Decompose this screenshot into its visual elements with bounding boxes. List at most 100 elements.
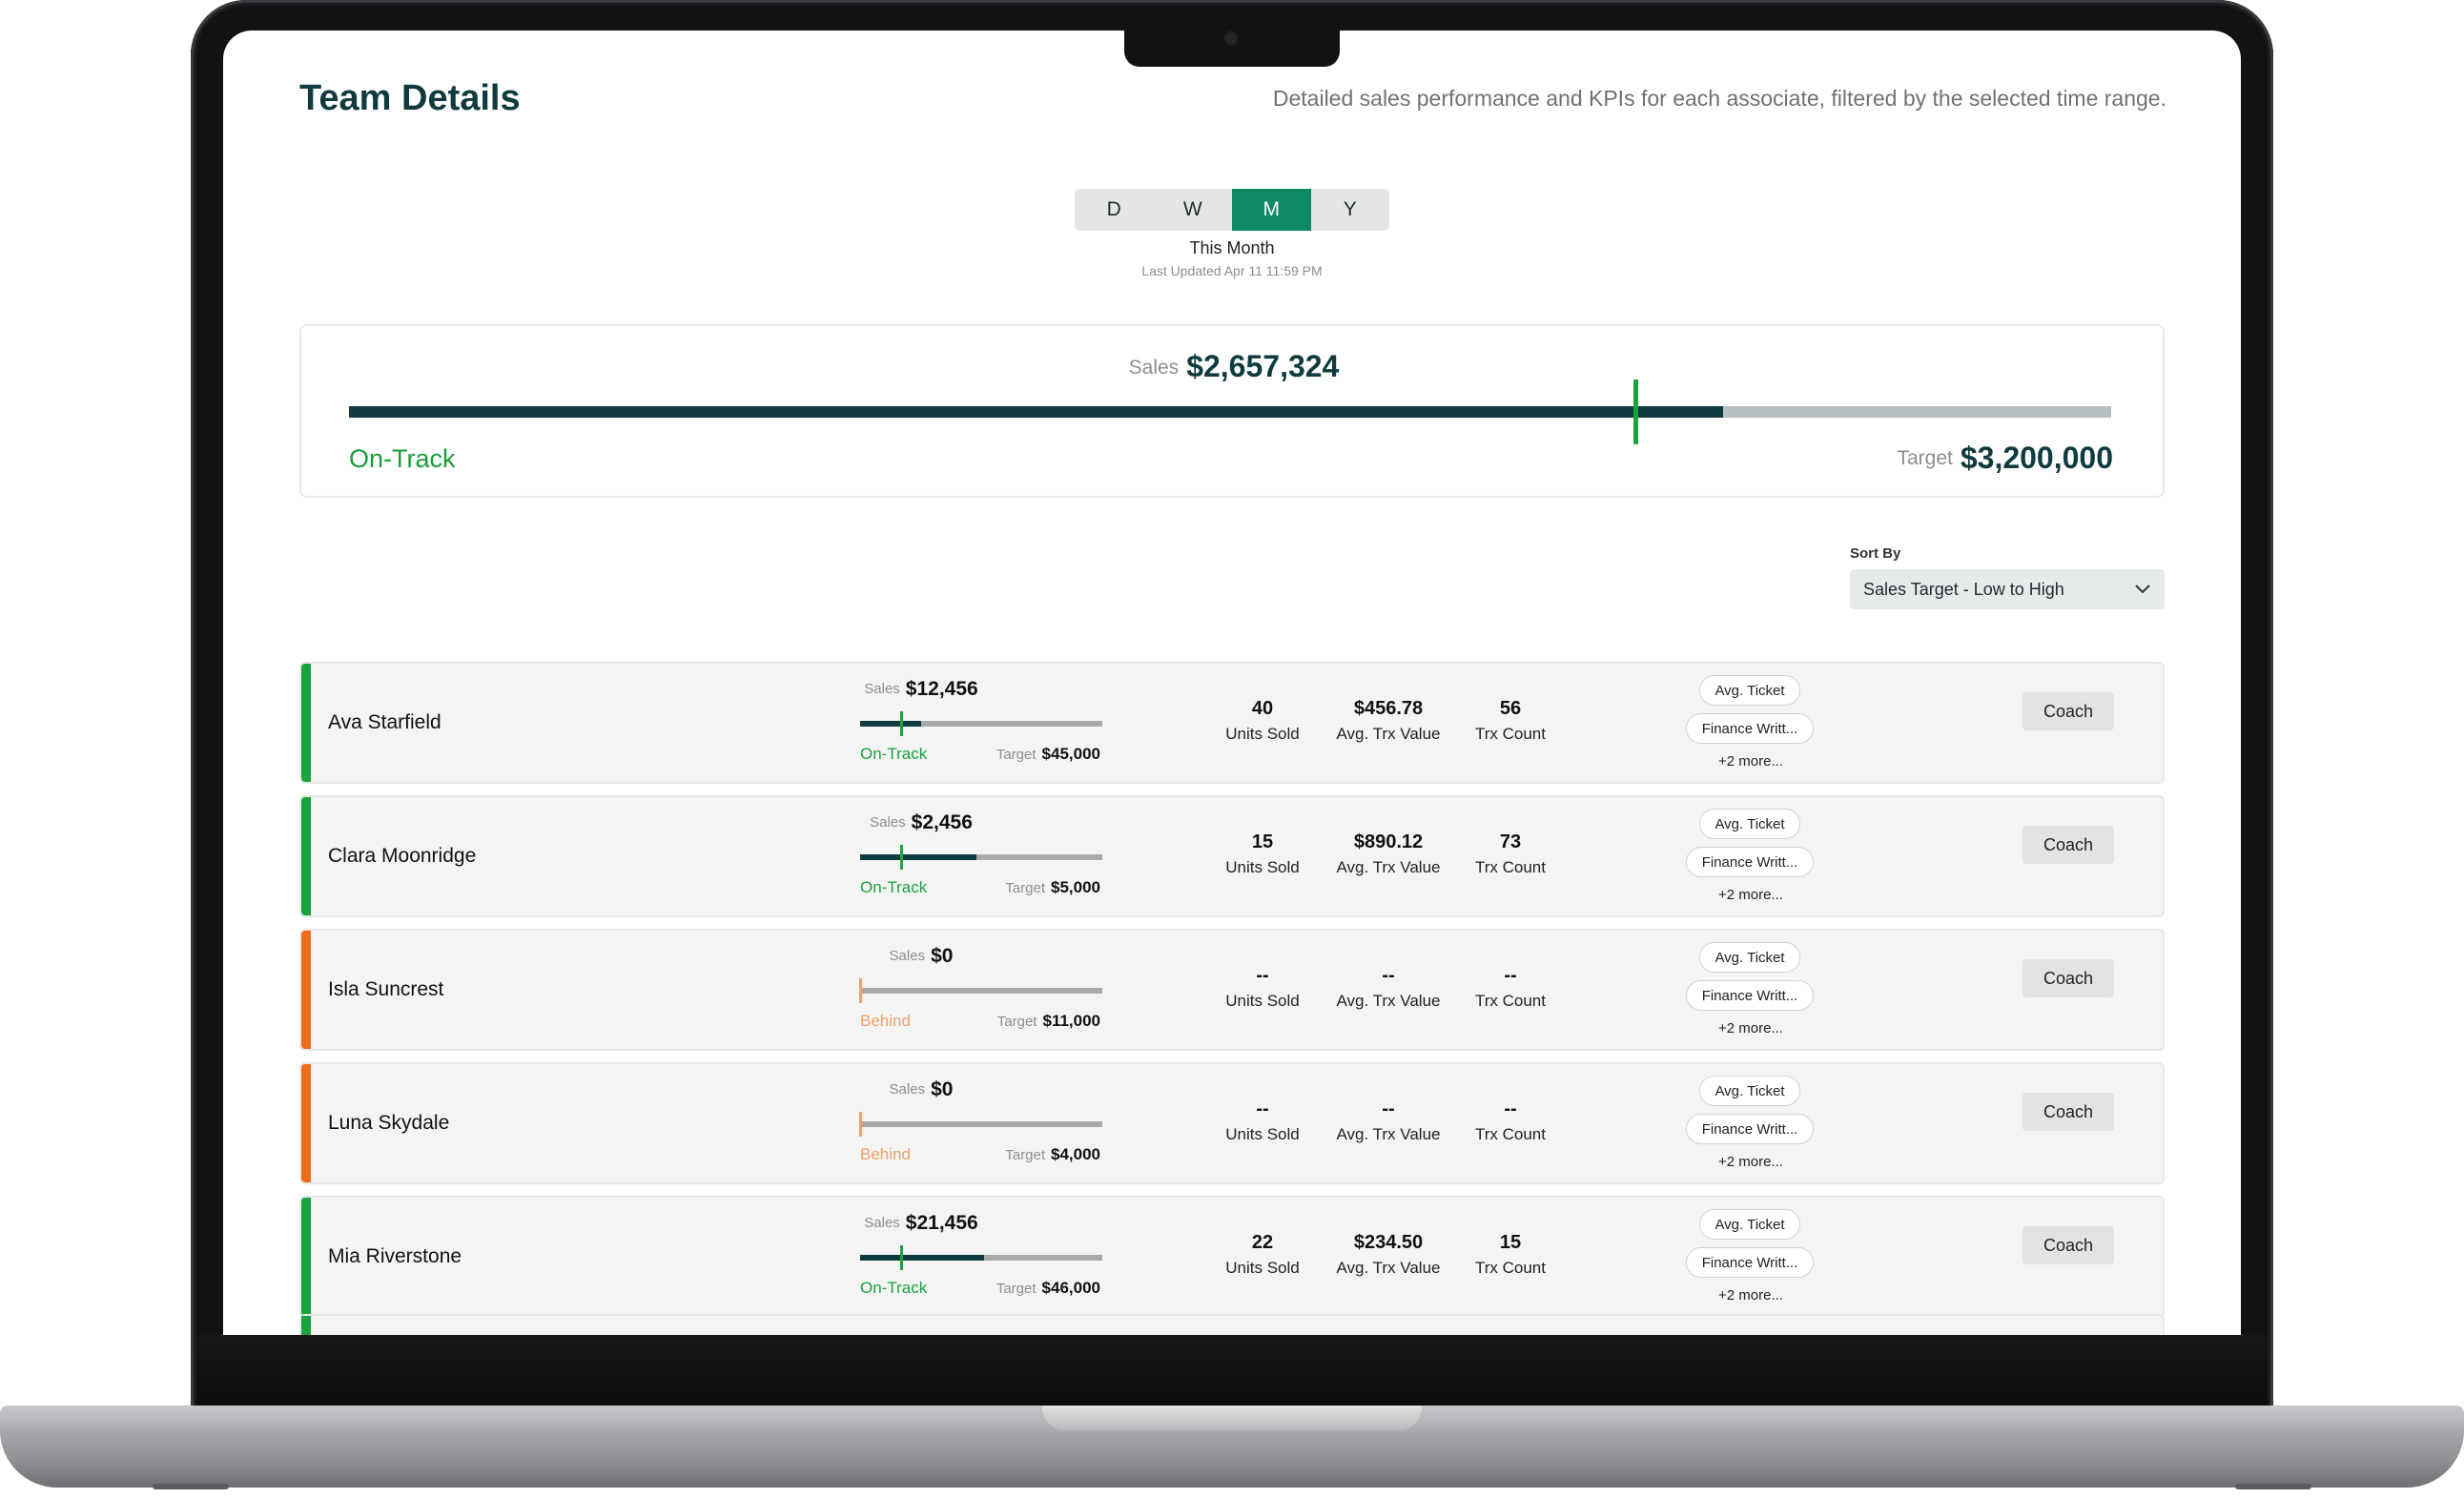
coach-button[interactable]: Coach [2023, 1093, 2114, 1131]
associate-pace-marker [859, 978, 862, 1003]
more-kpis-link[interactable]: +2 more... [1674, 1154, 1827, 1170]
status-bar [301, 664, 311, 782]
associate-progress-bar [859, 978, 1102, 1003]
associate-progress-fill [860, 721, 921, 727]
target-value: $45,000 [1041, 745, 1100, 763]
kpi-pill-finance[interactable]: Finance Writt... [1686, 1114, 1814, 1144]
kpi-trx-count: 56 Trx Count [1434, 698, 1587, 744]
associate-row[interactable]: Isla Suncrest Sales $0 Behind Target $11,000 -… [299, 929, 2165, 1051]
kpi-pill-finance[interactable]: Finance Writt... [1686, 847, 1814, 877]
associate-progress-bar [860, 711, 1102, 736]
associate-status: Behind [860, 1145, 911, 1163]
chevron-down-icon [2134, 580, 2151, 600]
kpi-label: Trx Count [1474, 992, 1546, 1010]
associate-target: Target $11,000 [997, 1012, 1100, 1031]
sort-selected-value: Sales Target - Low to High [1863, 579, 2064, 599]
time-range-year[interactable]: Y [1311, 189, 1390, 231]
laptop-base-notch [1042, 1406, 1422, 1430]
target-label: Target [996, 1014, 1037, 1030]
kpi-value: 15 [1499, 1232, 1522, 1253]
sales-value: $2,456 [911, 811, 973, 833]
kpi-pill-avg-ticket[interactable]: Avg. Ticket [1699, 809, 1800, 839]
page-title: Team Details [299, 78, 521, 118]
associate-pace-marker [900, 711, 904, 736]
associate-sales: Sales $0 [797, 945, 1045, 968]
kpi-value: -- [1504, 1098, 1517, 1119]
associate-name: Clara Moonridge [328, 845, 477, 867]
associate-sales: Sales $12,456 [797, 678, 1045, 701]
time-range-toggle: D W M Y [1075, 189, 1389, 231]
time-range-month[interactable]: M [1232, 189, 1311, 231]
associate-target: Target $46,000 [996, 1279, 1100, 1298]
team-target: Target $3,200,000 [1897, 441, 2113, 476]
kpi-label: Trx Count [1474, 725, 1546, 743]
associate-target: Target $5,000 [1005, 878, 1100, 897]
target-value: $5,000 [1051, 878, 1100, 896]
kpi-trx-count: 15 Trx Count [1434, 1232, 1587, 1278]
time-range-week[interactable]: W [1154, 189, 1233, 231]
associate-row-partial [299, 1314, 2165, 1335]
more-kpis-link[interactable]: +2 more... [1674, 887, 1827, 903]
team-sales-value: $2,657,324 [1186, 349, 1340, 383]
kpi-value: 73 [1499, 831, 1522, 852]
kpi-pill-avg-ticket[interactable]: Avg. Ticket [1699, 942, 1800, 973]
associate-row[interactable]: Ava Starfield Sales $12,456 On-Track Target $… [299, 662, 2165, 784]
laptop-foot [2235, 1484, 2311, 1489]
more-kpis-link[interactable]: +2 more... [1674, 753, 1827, 770]
target-value: $46,000 [1041, 1279, 1100, 1297]
sales-label: Sales [870, 814, 906, 831]
kpi-pill-finance[interactable]: Finance Writt... [1686, 980, 1814, 1011]
associate-sales: Sales $2,456 [797, 811, 1045, 834]
kpi-label: Trx Count [1474, 858, 1546, 876]
team-summary-card: Sales $2,657,324 On-Track Target $3,200,00… [299, 324, 2165, 498]
associate-progress-fill [860, 854, 976, 860]
kpi-value: 56 [1499, 698, 1522, 719]
sort-dropdown[interactable]: Sales Target - Low to High [1850, 569, 2165, 609]
sort-label: Sort By [1850, 545, 1901, 562]
sales-label: Sales [864, 681, 900, 697]
status-bar [301, 1198, 311, 1316]
sales-label: Sales [889, 1081, 926, 1098]
kpi-pill-finance[interactable]: Finance Writt... [1686, 1247, 1814, 1278]
associate-row[interactable]: Clara Moonridge Sales $2,456 On-Track Target… [299, 795, 2165, 917]
time-range-day[interactable]: D [1075, 189, 1154, 231]
associate-pace-marker [859, 1112, 862, 1137]
target-label: Target [996, 747, 1037, 763]
last-updated: Last Updated Apr 11 11:59 PM [1141, 263, 1323, 278]
associate-status: Behind [860, 1012, 911, 1030]
kpi-pill-avg-ticket[interactable]: Avg. Ticket [1699, 1209, 1800, 1240]
kpi-pill-avg-ticket[interactable]: Avg. Ticket [1699, 1076, 1800, 1106]
associate-row[interactable]: Mia Riverstone Sales $21,456 On-Track Target… [299, 1196, 2165, 1318]
associate-row[interactable]: Luna Skydale Sales $0 Behind Target $4,000 -- U… [299, 1062, 2165, 1184]
app-screen: Team Details Detailed sales performance … [223, 31, 2241, 1335]
kpi-trx-count: 73 Trx Count [1434, 831, 1587, 877]
time-range-label: This Month [1189, 238, 1275, 257]
more-kpis-link[interactable]: +2 more... [1674, 1287, 1827, 1303]
associate-sales: Sales $0 [797, 1078, 1045, 1101]
kpi-trx-count: -- Trx Count [1434, 1098, 1587, 1144]
associate-progress-bar [860, 845, 1102, 870]
kpi-value: -- [1504, 965, 1517, 986]
kpi-pill-avg-ticket[interactable]: Avg. Ticket [1699, 675, 1800, 706]
status-bar [301, 931, 311, 1049]
associate-name: Mia Riverstone [328, 1245, 462, 1267]
team-status: On-Track [349, 444, 456, 473]
page-subtitle: Detailed sales performance and KPIs for … [1272, 86, 2166, 111]
associate-name: Luna Skydale [328, 1112, 450, 1134]
coach-button[interactable]: Coach [2023, 826, 2114, 864]
more-kpis-link[interactable]: +2 more... [1674, 1020, 1827, 1036]
associate-pace-marker [900, 1245, 904, 1270]
kpi-pill-finance[interactable]: Finance Writt... [1686, 713, 1814, 744]
coach-button[interactable]: Coach [2023, 1226, 2114, 1264]
team-target-label: Target [1897, 447, 1953, 469]
target-label: Target [996, 1281, 1037, 1297]
team-target-value: $3,200,000 [1960, 441, 2113, 475]
status-bar [301, 1316, 311, 1335]
sales-value: $0 [931, 1078, 954, 1100]
associate-status: On-Track [860, 745, 928, 763]
associate-progress-fill [860, 1255, 984, 1261]
coach-button[interactable]: Coach [2023, 692, 2114, 730]
coach-button[interactable]: Coach [2023, 959, 2114, 997]
sales-value: $12,456 [905, 678, 978, 700]
associate-pace-marker [900, 845, 904, 870]
